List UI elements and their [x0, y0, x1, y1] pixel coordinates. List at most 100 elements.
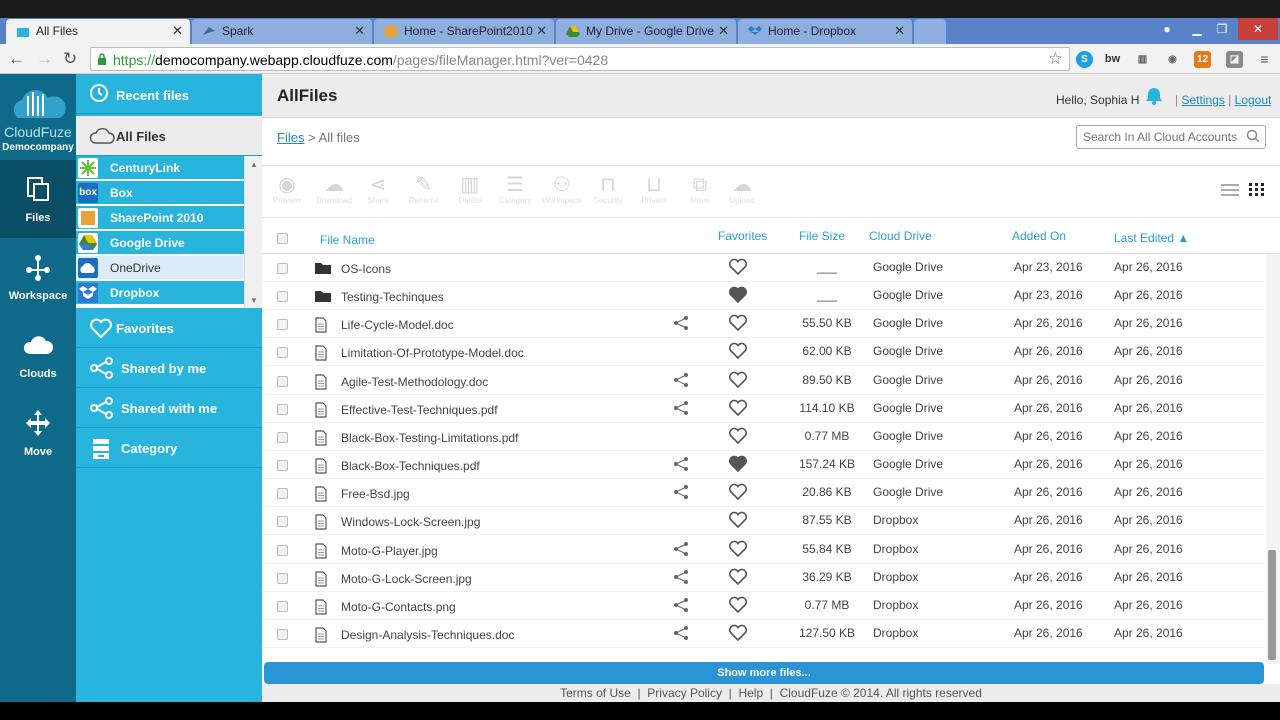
heart-outline-icon[interactable] [728, 314, 748, 332]
table-row[interactable]: Limitation-Of-Prototype-Model.doc 62.00 K… [262, 338, 1264, 366]
close-tab-icon[interactable]: ✕ [172, 23, 183, 39]
nav-clouds[interactable]: Clouds [0, 316, 76, 394]
scroll-down-icon[interactable]: ▼ [250, 296, 258, 305]
row-checkbox[interactable] [277, 573, 288, 584]
sidebar-item-shared-with-me[interactable]: Shared with me [76, 388, 262, 428]
cloud-item-dropbox[interactable]: Dropbox [76, 281, 244, 305]
sidebar-item-category[interactable]: Category [76, 428, 262, 468]
close-tab-icon[interactable]: ✕ [354, 23, 365, 39]
move-button[interactable]: ⧉ Move [680, 174, 720, 214]
profile-icon[interactable]: ● [1153, 18, 1181, 40]
terms-link[interactable]: Terms of Use [560, 686, 631, 700]
sidebar-item-favorites[interactable]: Favorites [76, 308, 262, 348]
minimize-icon[interactable]: ▁ [1183, 18, 1211, 40]
tab-google-drive[interactable]: My Drive - Google Drive ✕ [556, 19, 736, 44]
close-window-icon[interactable]: ✕ [1238, 18, 1278, 40]
table-row[interactable]: Moto-G-Player.jpg 55.84 KB Dropbox Apr 26, … [262, 536, 1264, 564]
pin-ext-icon[interactable]: ◉ [1164, 51, 1181, 68]
share-icon[interactable] [673, 484, 689, 500]
table-row[interactable]: Moto-G-Contacts.png 0.77 MB Dropbox Apr 26,… [262, 592, 1264, 620]
share-icon[interactable] [673, 456, 689, 472]
tab-all-files[interactable]: All Files ✕ [6, 19, 190, 44]
heart-outline-icon[interactable] [728, 540, 748, 558]
row-checkbox[interactable] [277, 291, 288, 302]
close-tab-icon[interactable]: ✕ [718, 23, 729, 39]
nav-workspace[interactable]: Workspace [0, 238, 76, 316]
share-icon[interactable] [673, 569, 689, 585]
logout-link[interactable]: Logout [1235, 93, 1272, 107]
heart-outline-icon[interactable] [728, 568, 748, 586]
share-icon[interactable] [673, 541, 689, 557]
rename-button[interactable]: ✎ Rename [404, 174, 444, 214]
file-name[interactable]: OS-Icons [341, 262, 391, 276]
table-row[interactable]: Black-Box-Testing-Limitations.pdf 0.77 MB… [262, 423, 1264, 451]
upload-button[interactable]: ☁ Upload [722, 174, 762, 214]
row-checkbox[interactable] [277, 516, 288, 527]
file-name[interactable]: Moto-G-Lock-Screen.jpg [341, 572, 472, 586]
heart-outline-icon[interactable] [728, 258, 748, 276]
table-row[interactable]: Free-Bsd.jpg 20.86 KB Google Drive Apr 26, … [262, 479, 1264, 507]
scrollbar-thumb[interactable] [1268, 550, 1276, 660]
help-link[interactable]: Help [738, 686, 763, 700]
row-checkbox[interactable] [277, 347, 288, 358]
table-row[interactable]: Black-Box-Techniques.pdf 157.24 KB Google … [262, 451, 1264, 479]
col-file-size[interactable]: File Size [799, 229, 845, 243]
file-name[interactable]: Moto-G-Contacts.png [341, 600, 456, 614]
row-checkbox[interactable] [277, 629, 288, 640]
bw-icon[interactable]: bw [1104, 51, 1121, 68]
search-icon[interactable] [1246, 129, 1260, 143]
row-checkbox[interactable] [277, 545, 288, 556]
menu-icon[interactable]: ≡ [1256, 51, 1273, 68]
file-name[interactable]: Free-Bsd.jpg [341, 487, 410, 501]
skype-icon[interactable]: S [1076, 51, 1093, 68]
url-field[interactable]: https://democompany.webapp.cloudfuze.com… [90, 47, 1070, 71]
search-input[interactable] [1076, 125, 1266, 149]
heart-filled-icon[interactable] [728, 455, 748, 473]
grid-view-icon[interactable] [1248, 182, 1266, 198]
workspace-button[interactable]: ⚇ Workspace [542, 174, 582, 214]
table-row[interactable]: Moto-G-Lock-Screen.jpg 36.29 KB Dropbox Apr… [262, 564, 1264, 592]
list-view-icon[interactable] [1220, 182, 1240, 198]
col-favorites[interactable]: Favorites [718, 229, 767, 243]
row-checkbox[interactable] [277, 404, 288, 415]
chart-ext-icon[interactable]: ▥ [1134, 51, 1151, 68]
sidebar-item-recent-files[interactable]: Recent files [76, 74, 262, 114]
table-row[interactable]: Testing-Techinques ___ Google Drive Apr 23,… [262, 282, 1264, 310]
nav-move[interactable]: Move [0, 394, 76, 472]
tab-spark[interactable]: Spark ✕ [192, 19, 372, 44]
forward-icon[interactable]: → [36, 49, 53, 69]
new-tab-button[interactable] [914, 19, 946, 44]
ext-badge-icon[interactable]: 12 [1194, 51, 1211, 68]
settings-link[interactable]: Settings [1181, 93, 1224, 107]
share-button[interactable]: ⋖ Share [358, 174, 398, 214]
file-name[interactable]: Windows-Lock-Screen.jpg [341, 515, 480, 529]
cloud-item-centurylink[interactable]: CenturyLink [76, 156, 244, 180]
select-all-checkbox[interactable] [277, 233, 288, 244]
col-added-on[interactable]: Added On [1012, 229, 1066, 243]
share-icon[interactable] [673, 315, 689, 331]
heart-outline-icon[interactable] [728, 511, 748, 529]
cloud-list-scrollbar[interactable]: ▲ ▼ [244, 156, 262, 308]
restore-icon[interactable]: ❐ [1208, 18, 1236, 40]
table-scrollbar[interactable] [1266, 254, 1280, 664]
scroll-up-icon[interactable]: ▲ [250, 160, 258, 169]
nav-files[interactable]: Files [0, 160, 76, 238]
share-icon[interactable] [673, 372, 689, 388]
table-row[interactable]: Effective-Test-Techniques.pdf 114.10 KB Go… [262, 395, 1264, 423]
row-checkbox[interactable] [277, 601, 288, 612]
heart-outline-icon[interactable] [728, 596, 748, 614]
tab-dropbox[interactable]: Home - Dropbox ✕ [738, 19, 912, 44]
file-name[interactable]: Testing-Techinques [341, 290, 444, 304]
brand-logo[interactable]: CloudFuze Democompany [0, 74, 76, 160]
table-row[interactable]: Windows-Lock-Screen.jpg 87.55 KB Dropbox Ap… [262, 507, 1264, 535]
row-checkbox[interactable] [277, 460, 288, 471]
col-file-name[interactable]: File Name [320, 233, 375, 247]
security-button[interactable]: ⊓ Security [588, 174, 628, 214]
close-tab-icon[interactable]: ✕ [894, 23, 905, 39]
table-row[interactable]: Agile-Test-Methodology.doc 89.50 KB Google… [262, 367, 1264, 395]
back-icon[interactable]: ← [8, 49, 25, 69]
row-checkbox[interactable] [277, 488, 288, 499]
sidebar-item-shared-by-me[interactable]: Shared by me [76, 348, 262, 388]
file-name[interactable]: Design-Analysis-Techniques.doc [341, 628, 514, 642]
col-last-edited[interactable]: Last Edited ▲ [1114, 231, 1189, 245]
